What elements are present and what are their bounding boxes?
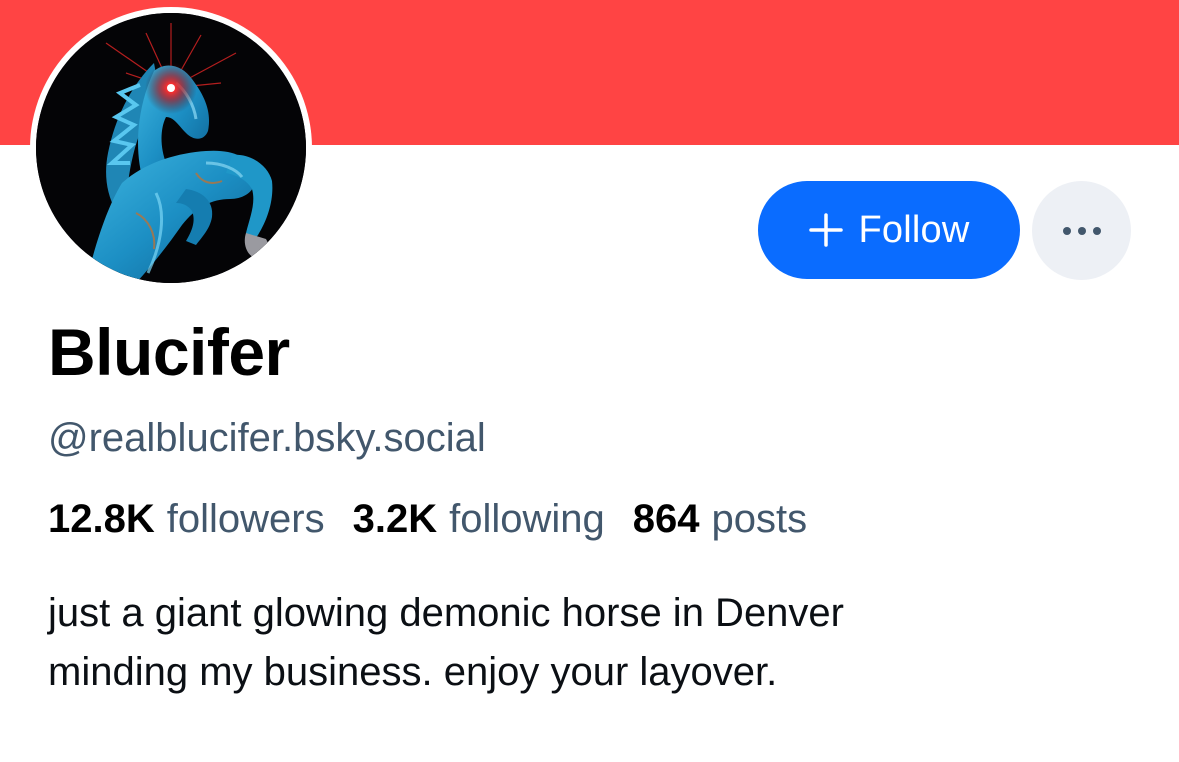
bio-line: minding my business. enjoy your layover.: [48, 650, 778, 694]
ellipsis-icon: [1062, 226, 1101, 235]
avatar[interactable]: [36, 13, 306, 283]
followers-stat[interactable]: 12.8K followers: [48, 493, 325, 545]
follow-button[interactable]: Follow: [758, 181, 1020, 279]
plus-icon: [809, 213, 844, 247]
user-handle: @realblucifer.bsky.social: [48, 416, 486, 460]
profile-stats: 12.8K followers 3.2K following 864 posts: [48, 493, 807, 545]
avatar-ring: [30, 7, 312, 289]
more-options-button[interactable]: [1032, 181, 1131, 280]
horse-sculpture-icon: [36, 13, 306, 283]
posts-label: posts: [711, 497, 808, 541]
following-stat[interactable]: 3.2K following: [353, 493, 605, 545]
bio-line: just a giant glowing demonic horse in De…: [48, 591, 844, 635]
display-name: Blucifer: [48, 315, 290, 389]
following-label: following: [449, 497, 605, 541]
posts-count: 864: [632, 497, 700, 541]
follow-button-label: Follow: [858, 208, 970, 251]
profile-page: Follow Blucifer @realblucifer.bsky.socia…: [0, 0, 1179, 762]
profile-bio: just a giant glowing demonic horse in De…: [48, 584, 1128, 702]
following-count: 3.2K: [352, 497, 438, 541]
followers-label: followers: [166, 497, 325, 541]
posts-stat: 864 posts: [633, 493, 807, 545]
followers-count: 12.8K: [48, 497, 155, 541]
